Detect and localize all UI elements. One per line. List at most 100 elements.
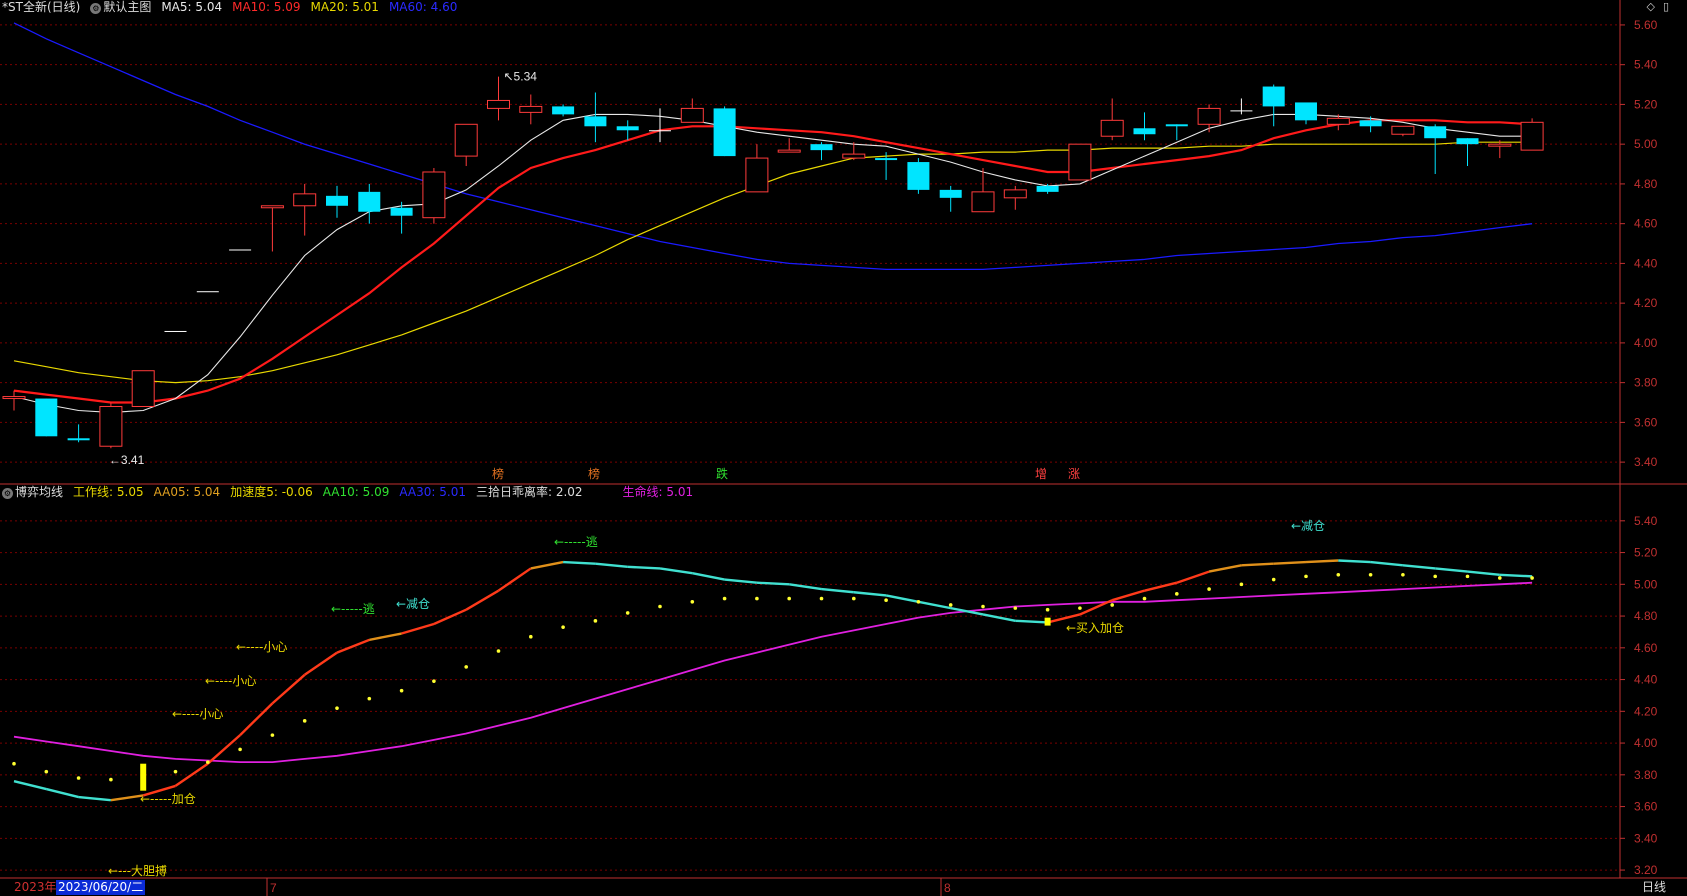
ma20-line <box>13 141 1533 384</box>
work-line-segment <box>1015 619 1048 624</box>
window-icon[interactable]: ▯ <box>1663 0 1669 13</box>
signal-dot <box>1401 572 1405 577</box>
signal-dot <box>1498 576 1502 580</box>
stock-name[interactable]: *ST全新(日线) <box>2 0 80 14</box>
candle <box>99 402 123 449</box>
signal-dot <box>12 761 16 766</box>
main-chart-menu[interactable]: ⚙ 默认主图 <box>90 0 151 14</box>
candle-body <box>1068 143 1092 181</box>
candle <box>1262 84 1285 127</box>
candle-body <box>2 396 26 400</box>
price-axis-tick-label: 5.00 <box>1634 137 1658 151</box>
candle-body <box>1424 126 1447 139</box>
candle-body <box>971 191 995 213</box>
price-axis-tick-label: 5.40 <box>1634 58 1658 72</box>
candle <box>1456 138 1479 167</box>
strategy-annotation: ←减仓 <box>396 597 430 611</box>
candle <box>131 370 155 407</box>
candle-body <box>196 291 219 293</box>
work-line-segment <box>110 794 144 802</box>
work-line-segment <box>304 651 338 676</box>
candle-body <box>616 126 639 131</box>
candle <box>1165 124 1188 141</box>
signal-dot <box>819 596 824 601</box>
candle <box>293 183 317 236</box>
candle <box>519 94 543 125</box>
work-line-segment <box>46 787 79 799</box>
indicator-axis-tick-label: 4.60 <box>1634 641 1658 655</box>
indicator-axis-tick-label: 4.00 <box>1634 736 1658 750</box>
strategy-annotation: ←---大胆搏 <box>108 864 167 878</box>
chart-label: 默认主图 <box>103 0 152 14</box>
signal-dot <box>302 719 307 723</box>
diamond-icon[interactable]: ◇ <box>1646 0 1654 13</box>
candle <box>745 144 769 193</box>
work-line-segment <box>1273 560 1307 565</box>
candle-body <box>35 398 58 437</box>
candle-body <box>1391 125 1415 135</box>
year-label: 2023年 <box>14 880 57 894</box>
work-line-segment <box>853 591 887 597</box>
strategy-annotation: ←-----逃 <box>554 535 598 549</box>
work-line-segment <box>13 779 47 791</box>
work-line-segment <box>1467 570 1500 576</box>
cursor-date: 2023/06/20/二 <box>56 880 146 895</box>
candle <box>777 138 801 153</box>
signal-dot <box>399 688 404 693</box>
month-8-label: 8 <box>944 881 951 895</box>
chart-canvas[interactable]: 5.60 5.40 5.20 5.00 4.80 4.60 4.40 4.20 4.00 3.80… <box>0 0 1687 896</box>
work-line-segment <box>1241 562 1274 567</box>
candle <box>713 106 736 157</box>
candle-body <box>326 195 348 206</box>
work-line-segment <box>1435 567 1468 573</box>
buy-signal-bar <box>140 763 147 791</box>
candle <box>422 168 446 224</box>
work-line-segment <box>692 572 725 581</box>
candle-body <box>1100 119 1124 137</box>
indicator-header: ⚙ 博弈均线 工作线: 5.05 AA05: 5.04 加速度5: -0.06 A… <box>0 485 693 499</box>
work-line-segment <box>1208 564 1242 573</box>
price-axis-tick-label: 4.80 <box>1634 177 1658 191</box>
life-line-value: 生命线: 5.01 <box>622 485 694 499</box>
indicator-menu[interactable]: ⚙ 博弈均线 <box>2 485 63 499</box>
candle <box>939 185 962 212</box>
indicator-axis-tick-label: 4.40 <box>1634 673 1658 687</box>
work-line-segment <box>336 638 370 654</box>
work-line-segment <box>465 589 500 611</box>
gear-icon[interactable]: ⚙ <box>90 3 102 14</box>
candle <box>1391 125 1415 137</box>
price-axis-tick-label: 5.60 <box>1634 18 1658 32</box>
candle <box>907 158 930 194</box>
candle-body <box>454 123 478 157</box>
gear-icon[interactable]: ⚙ <box>2 488 13 499</box>
candle <box>390 201 413 234</box>
ma60-value: MA60: 4.60 <box>388 0 458 14</box>
period-tab[interactable]: 日线 <box>1642 880 1666 895</box>
indicator-axis-tick-label: 3.60 <box>1634 800 1658 814</box>
candle-body <box>67 438 90 441</box>
candle-body <box>1003 189 1027 199</box>
work-line-segment <box>530 560 564 570</box>
signal-dot <box>658 604 662 609</box>
candle-body <box>777 149 801 153</box>
work-line-segment <box>497 567 532 592</box>
signal-dot <box>1239 582 1244 587</box>
candle <box>1100 98 1124 141</box>
candle-body <box>487 99 510 109</box>
candle <box>164 330 187 332</box>
aa10-value: AA10: 5.09 <box>322 485 390 499</box>
signal-dot <box>852 596 856 601</box>
signal-dot <box>464 665 469 669</box>
signal-dot <box>1078 606 1082 610</box>
signal-dot <box>173 769 178 774</box>
signal-tag: 增 <box>1035 467 1047 481</box>
candle <box>260 205 284 252</box>
candle <box>1295 102 1317 125</box>
aa30-value: AA30: 5.01 <box>399 485 466 499</box>
price-axis-tick-label: 4.00 <box>1634 336 1658 350</box>
candle <box>2 390 26 411</box>
candle-body <box>680 107 704 123</box>
signal-dot <box>1465 574 1470 579</box>
candle-body <box>99 405 123 447</box>
work-line-segment <box>1305 559 1339 564</box>
